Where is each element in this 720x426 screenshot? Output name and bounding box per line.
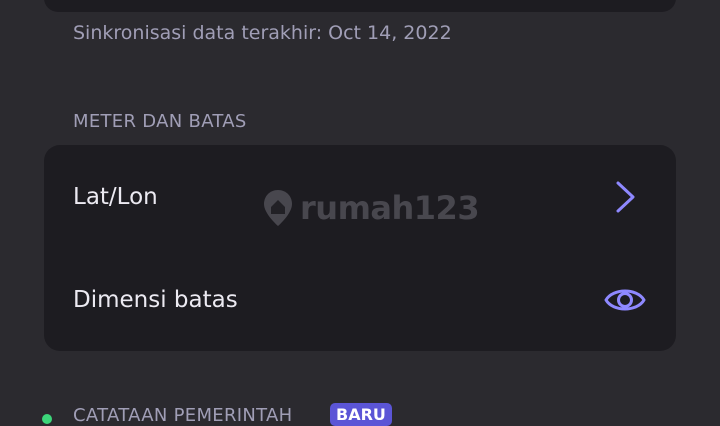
new-badge: BARU [330,403,392,426]
top-card [44,0,676,12]
lat-lon-label: Lat/Lon [73,183,158,210]
chevron-right-icon [616,181,635,212]
watermark-text: rumah123 [300,189,480,227]
dimensi-batas-label: Dimensi batas [73,286,238,313]
map-pin-icon [264,190,292,226]
section-title-meter-dan-batas: METER DAN BATAS [73,111,247,132]
dimensi-batas-row[interactable]: Dimensi batas [44,248,676,351]
section-title-catataan-pemerintah: CATATAAN PEMERINTAH [73,405,293,426]
meter-dan-batas-card: Lat/Lon Dimensi batas [44,145,676,351]
last-sync-text: Sinkronisasi data terakhir: Oct 14, 2022 [73,22,452,44]
status-dot [42,414,52,424]
watermark: rumah123 [262,188,480,228]
eye-icon[interactable] [603,284,647,316]
